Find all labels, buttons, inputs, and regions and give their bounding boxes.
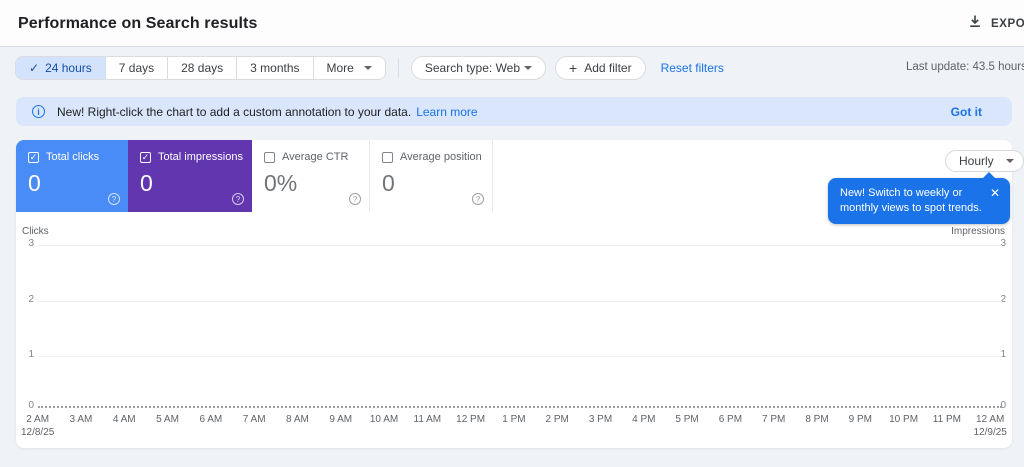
performance-panel: ✓ Total clicks 0 ? ✓ Total impressions 0…: [16, 140, 1012, 448]
x-tick-label: 9 AM: [319, 413, 362, 439]
interval-dropdown[interactable]: Hourly: [945, 150, 1024, 172]
add-filter-label: Add filter: [584, 61, 631, 75]
chevron-down-icon: [364, 66, 372, 70]
annotation-banner: i New! Right-click the chart to add a cu…: [16, 97, 1012, 126]
right-axis-title: Impressions: [951, 226, 1005, 237]
x-tick-label: 7 AM: [232, 413, 275, 439]
y-tick-right: 1: [992, 349, 1006, 360]
y-tick-left: 0: [20, 400, 34, 411]
x-tick-label: 6 PM: [709, 413, 752, 439]
x-tick-label: 9 PM: [839, 413, 882, 439]
interval-promo-tooltip: New! Switch to weekly or monthly views t…: [828, 178, 1010, 224]
chip-24-hours[interactable]: ✓ 24 hours: [16, 57, 106, 79]
chevron-down-icon: [1006, 159, 1014, 163]
x-tick-label: 10 AM: [362, 413, 405, 439]
page-title: Performance on Search results: [18, 15, 257, 33]
chip-label: 7 days: [119, 61, 154, 75]
promo-text: New! Switch to weekly or monthly views t…: [840, 186, 982, 216]
close-icon[interactable]: ✕: [990, 186, 1000, 216]
export-button[interactable]: EXPORT: [968, 14, 1024, 33]
divider: [398, 58, 399, 78]
x-tick-label: 4 PM: [622, 413, 665, 439]
x-tick-label: 3 PM: [579, 413, 622, 439]
y-tick-left: 1: [20, 349, 34, 360]
x-tick-label: 7 PM: [752, 413, 795, 439]
x-axis-line: [38, 406, 1002, 408]
gridline: [38, 301, 1002, 302]
chip-28-days[interactable]: 28 days: [168, 57, 237, 79]
x-tick-label: 3 AM: [59, 413, 102, 439]
chip-label: 28 days: [181, 61, 223, 75]
got-it-button[interactable]: Got it: [951, 105, 982, 119]
x-tick-label: 8 AM: [276, 413, 319, 439]
x-tick-label: 12 AM12/9/25: [969, 413, 1012, 439]
chip-more[interactable]: More: [314, 57, 385, 79]
last-update-text: Last update: 43.5 hours ago: [906, 61, 1024, 73]
chip-7-days[interactable]: 7 days: [106, 57, 168, 79]
x-tick-label: 8 PM: [795, 413, 838, 439]
download-icon: [968, 14, 982, 33]
x-tick-label: 5 AM: [146, 413, 189, 439]
y-tick-left: 2: [20, 294, 34, 305]
chip-label: More: [327, 61, 354, 75]
check-icon: ✓: [29, 61, 39, 75]
date-range-group: ✓ 24 hours 7 days 28 days 3 months More: [15, 56, 386, 80]
search-type-label: Search type: Web: [425, 61, 520, 75]
y-tick-left: 3: [20, 238, 34, 249]
plus-icon: +: [569, 60, 577, 76]
interval-label: Hourly: [959, 154, 994, 168]
chip-label: 24 hours: [45, 61, 92, 75]
x-tick-label: 2 PM: [536, 413, 579, 439]
gridline: [38, 356, 1002, 357]
chip-3-months[interactable]: 3 months: [237, 57, 313, 79]
y-tick-right: 3: [992, 238, 1006, 249]
add-filter-button[interactable]: + Add filter: [555, 56, 646, 80]
x-tick-label: 4 AM: [103, 413, 146, 439]
left-axis-title: Clicks: [22, 226, 49, 237]
x-axis-labels: 2 AM12/8/25 3 AM 4 AM 5 AM 6 AM 7 AM 8 A…: [16, 413, 1012, 439]
y-tick-right: 2: [992, 294, 1006, 305]
x-tick-label: 6 AM: [189, 413, 232, 439]
chip-label: 3 months: [250, 61, 299, 75]
performance-page: Performance on Search results EXPORT ✓ 2…: [0, 0, 1024, 467]
x-tick-label: 11 AM: [406, 413, 449, 439]
x-tick-label: 5 PM: [665, 413, 708, 439]
page-header: Performance on Search results EXPORT: [0, 0, 1024, 47]
x-tick-label: 1 PM: [492, 413, 535, 439]
x-tick-label: 10 PM: [882, 413, 925, 439]
info-icon: i: [32, 105, 45, 118]
x-tick-label: 11 PM: [925, 413, 968, 439]
banner-text: New! Right-click the chart to add a cust…: [57, 105, 411, 119]
search-type-dropdown[interactable]: Search type: Web: [411, 56, 546, 80]
export-label: EXPORT: [991, 18, 1024, 30]
filter-bar: ✓ 24 hours 7 days 28 days 3 months More …: [15, 56, 724, 80]
reset-filters-link[interactable]: Reset filters: [661, 61, 724, 75]
chevron-down-icon: [524, 66, 532, 70]
x-tick-label: 2 AM12/8/25: [16, 413, 59, 439]
learn-more-link[interactable]: Learn more: [416, 105, 477, 119]
x-tick-label: 12 PM: [449, 413, 492, 439]
gridline: [38, 245, 1002, 246]
